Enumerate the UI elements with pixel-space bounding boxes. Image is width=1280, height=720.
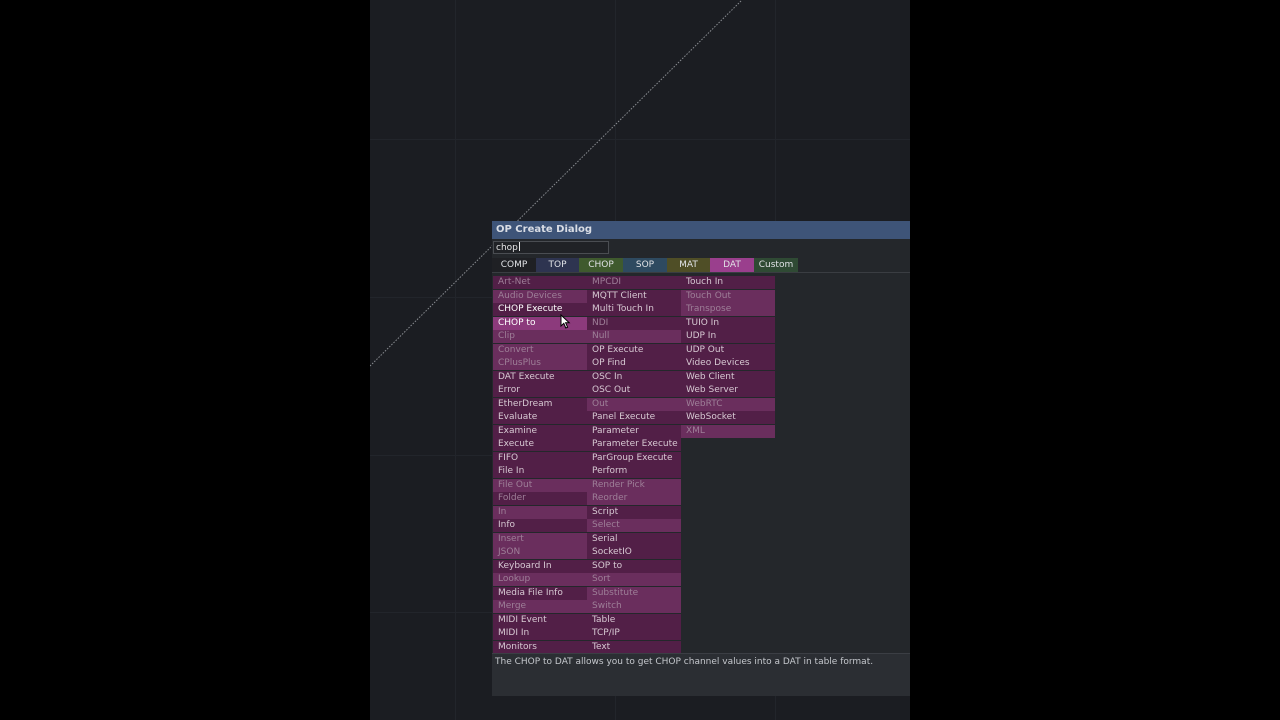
operator-item[interactable]: OP Execute (587, 343, 681, 357)
operator-item[interactable]: Folder (493, 492, 587, 505)
operator-item[interactable]: Multi Touch In (587, 303, 681, 316)
operator-item[interactable]: ParGroup Execute (587, 451, 681, 465)
operator-column-3: Touch In Touch Out Transpose TUIO In UDP In U… (681, 276, 775, 438)
operator-item[interactable]: CPlusPlus (493, 357, 587, 370)
tab-comp[interactable]: COMP (492, 258, 536, 272)
operator-description: The CHOP to DAT allows you to get CHOP c… (495, 657, 874, 667)
operator-item[interactable]: Panel Execute (587, 411, 681, 424)
operator-item[interactable]: EtherDream (493, 397, 587, 411)
operator-item[interactable]: FIFO (493, 451, 587, 465)
operator-item[interactable]: Substitute (587, 586, 681, 600)
operator-item[interactable]: CHOP Execute (493, 303, 587, 316)
operator-column-2: MPCDI MQTT Client Multi Touch In NDI Null OP … (587, 276, 681, 654)
operator-item[interactable]: OSC Out (587, 384, 681, 397)
operator-item[interactable]: WebSocket (681, 411, 775, 424)
operator-item[interactable]: MIDI In (493, 627, 587, 640)
operator-item[interactable]: XML (681, 424, 775, 438)
operator-item[interactable]: CHOP to (493, 316, 587, 330)
tab-label: SOP (635, 260, 655, 270)
operator-item[interactable]: Table (587, 613, 681, 627)
operator-item[interactable]: Render Pick (587, 478, 681, 492)
operator-item[interactable]: NDI (587, 316, 681, 330)
operator-column-1: Art-Net Audio Devices CHOP Execute CHOP to C… (493, 276, 587, 654)
tab-label: Custom (758, 260, 794, 270)
operator-item[interactable]: Lookup (493, 573, 587, 586)
operator-item[interactable]: Clip (493, 330, 587, 343)
operator-item[interactable]: Web Server (681, 384, 775, 397)
operator-item[interactable]: Web Client (681, 370, 775, 384)
operator-item[interactable]: SOP to (587, 559, 681, 573)
search-value: chop (496, 243, 518, 253)
operator-description-panel: The CHOP to DAT allows you to get CHOP c… (492, 653, 910, 696)
operator-item[interactable]: File Out (493, 478, 587, 492)
operator-item[interactable]: Monitors (493, 640, 587, 654)
operator-item[interactable]: Video Devices (681, 357, 775, 370)
operator-item[interactable]: Perform (587, 465, 681, 478)
operator-item[interactable]: Switch (587, 600, 681, 613)
operator-item[interactable]: Insert (493, 532, 587, 546)
operator-item[interactable]: Text (587, 640, 681, 654)
tab-label: MAT (679, 260, 698, 270)
operator-item[interactable]: OSC In (587, 370, 681, 384)
operator-item[interactable]: Media File Info (493, 586, 587, 600)
operator-item[interactable]: Execute (493, 438, 587, 451)
operator-item[interactable]: Evaluate (493, 411, 587, 424)
operator-item[interactable]: Examine (493, 424, 587, 438)
operator-item[interactable]: Merge (493, 600, 587, 613)
tab-sop[interactable]: SOP (623, 258, 667, 272)
tab-top[interactable]: TOP (536, 258, 579, 272)
operator-item[interactable]: Parameter (587, 424, 681, 438)
tab-dat[interactable]: DAT (710, 258, 754, 272)
operator-item[interactable]: DAT Execute (493, 370, 587, 384)
op-create-dialog[interactable]: OP Create Dialog chop COMP TOP CHOP SOP … (492, 221, 910, 696)
operator-item[interactable]: Null (587, 330, 681, 343)
text-caret (518, 242, 520, 251)
tab-chop[interactable]: CHOP (579, 258, 623, 272)
operator-item[interactable]: MPCDI (587, 276, 681, 289)
tab-custom[interactable]: Custom (754, 258, 798, 272)
operator-item[interactable]: Error (493, 384, 587, 397)
operator-item[interactable]: JSON (493, 546, 587, 559)
operator-item[interactable]: Reorder (587, 492, 681, 505)
operator-item[interactable]: Transpose (681, 303, 775, 316)
tab-label: TOP (548, 260, 567, 270)
tab-label: DAT (723, 260, 741, 270)
operator-item[interactable]: Select (587, 519, 681, 532)
search-input[interactable]: chop (493, 241, 609, 254)
operator-item[interactable]: Sort (587, 573, 681, 586)
operator-item[interactable]: Script (587, 505, 681, 519)
operator-item[interactable]: SocketIO (587, 546, 681, 559)
operator-item[interactable]: Convert (493, 343, 587, 357)
operator-item[interactable]: Out (587, 397, 681, 411)
operator-item[interactable]: Touch Out (681, 289, 775, 303)
operator-item[interactable]: File In (493, 465, 587, 478)
operator-item[interactable]: MQTT Client (587, 289, 681, 303)
operator-item[interactable]: UDP In (681, 330, 775, 343)
operator-item[interactable]: UDP Out (681, 343, 775, 357)
dialog-title: OP Create Dialog (496, 224, 593, 235)
tab-mat[interactable]: MAT (667, 258, 710, 272)
operator-item[interactable]: OP Find (587, 357, 681, 370)
operator-item[interactable]: TUIO In (681, 316, 775, 330)
operator-item[interactable]: Touch In (681, 276, 775, 289)
operator-item[interactable]: Keyboard In (493, 559, 587, 573)
operator-item[interactable]: Art-Net (493, 276, 587, 289)
operator-item[interactable]: Audio Devices (493, 289, 587, 303)
operator-item[interactable]: WebRTC (681, 397, 775, 411)
tab-label: CHOP (588, 260, 614, 270)
tab-label: COMP (500, 260, 528, 270)
operator-item[interactable]: Serial (587, 532, 681, 546)
operator-item[interactable]: TCP/IP (587, 627, 681, 640)
operator-item[interactable]: Parameter Execute (587, 438, 681, 451)
mouse-cursor-icon (560, 314, 571, 329)
operator-item[interactable]: In (493, 505, 587, 519)
tab-divider (492, 272, 910, 273)
operator-item[interactable]: Info (493, 519, 587, 532)
dialog-title-bar[interactable]: OP Create Dialog (492, 221, 910, 239)
operator-item[interactable]: MIDI Event (493, 613, 587, 627)
